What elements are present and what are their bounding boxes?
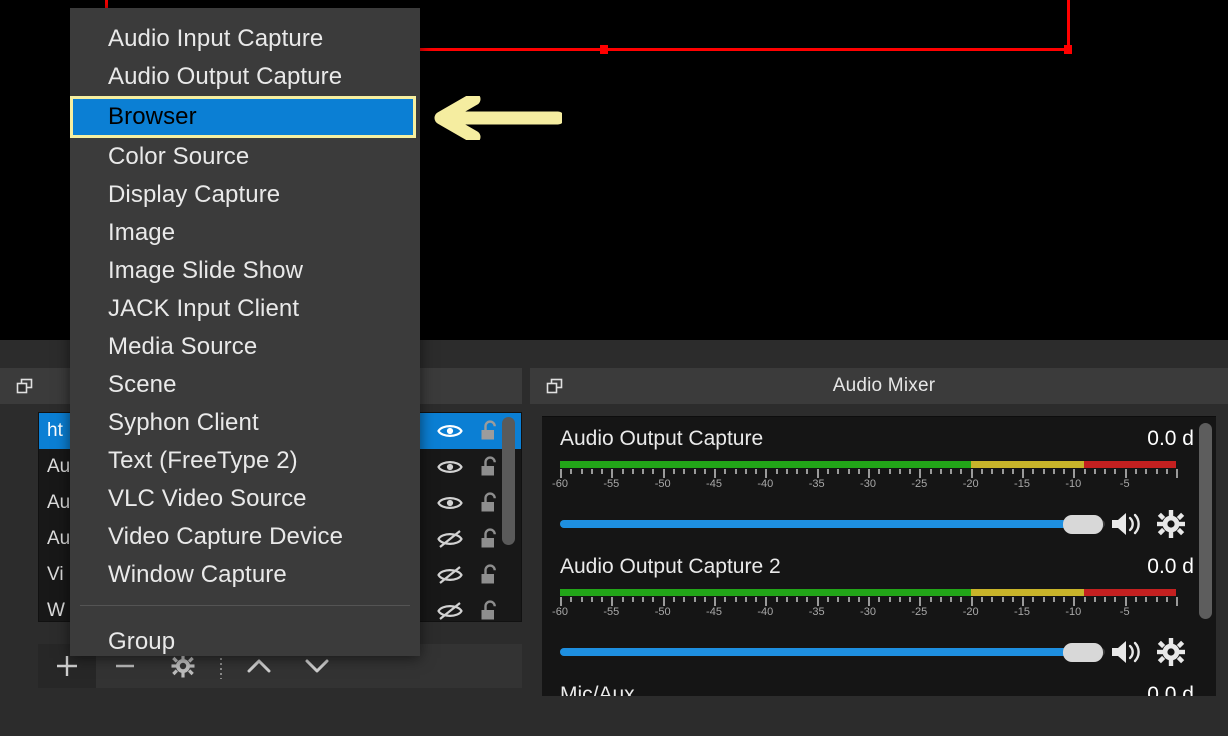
volume-slider-fill	[560, 520, 1083, 528]
audio-mixer-title: Audio Mixer	[568, 375, 1200, 397]
meter-tick-label: -55	[603, 606, 619, 618]
audio-mixer-panel: Audio Mixer Audio Output Capture 0.0 d -…	[530, 340, 1228, 696]
lock-open-icon[interactable]	[477, 526, 503, 552]
selection-outline-right	[1067, 0, 1070, 51]
meter-tick-label: -50	[655, 606, 671, 618]
meter-tick-label: -30	[860, 478, 876, 490]
menu-item-media-source[interactable]: Media Source	[70, 328, 420, 366]
meter-tick-label: -35	[809, 478, 825, 490]
meter-ticks	[560, 597, 1176, 606]
audio-mixer-popout-icon[interactable]	[540, 373, 568, 399]
eye-hidden-icon[interactable]	[437, 598, 463, 624]
menu-item-audio-input-capture[interactable]: Audio Input Capture	[70, 20, 420, 58]
lock-open-icon[interactable]	[477, 454, 503, 480]
pointer-arrow-icon	[426, 96, 562, 140]
meter-tick-label: -45	[706, 606, 722, 618]
audio-mixer-channel: Mic/Aux 0.0 d -60-55-50-45-40-35-30-25-2…	[542, 673, 1216, 696]
menu-divider	[80, 605, 410, 606]
channel-settings-gear-icon[interactable]	[1149, 509, 1193, 539]
meter-tick-label: -30	[860, 606, 876, 618]
eye-visible-icon[interactable]	[437, 490, 463, 516]
meter-scale-labels: -60-55-50-45-40-35-30-25-20-15-10-5	[560, 606, 1176, 621]
add-source-context-menu[interactable]: Audio Input CaptureAudio Output CaptureB…	[70, 8, 420, 656]
speaker-on-icon[interactable]	[1105, 509, 1149, 539]
lock-open-icon[interactable]	[477, 490, 503, 516]
volume-slider[interactable]	[560, 641, 1105, 663]
eye-hidden-icon[interactable]	[437, 562, 463, 588]
meter-tick-label: -60	[552, 478, 568, 490]
channel-name: Audio Output Capture	[560, 427, 1147, 451]
sources-scrollbar[interactable]	[502, 417, 515, 617]
menu-item-syphon-client[interactable]: Syphon Client	[70, 404, 420, 442]
meter-tick-label: -20	[963, 478, 979, 490]
selection-handle-top-middle[interactable]	[600, 45, 608, 54]
obs-window: ht Au Au Au Vi W	[0, 0, 1228, 736]
volume-slider-knob[interactable]	[1063, 515, 1103, 534]
menu-item-color-source[interactable]: Color Source	[70, 138, 420, 176]
volume-slider-fill	[560, 648, 1083, 656]
eye-hidden-icon[interactable]	[437, 526, 463, 552]
channel-name: Mic/Aux	[560, 683, 1147, 696]
meter-tick-label: -5	[1120, 606, 1130, 618]
lock-open-icon[interactable]	[477, 418, 503, 444]
audio-mixer-channels: Audio Output Capture 0.0 d -60-55-50-45-…	[542, 416, 1216, 696]
menu-item-audio-output-capture[interactable]: Audio Output Capture	[70, 58, 420, 96]
volume-meter	[560, 589, 1176, 596]
meter-tick-label: -10	[1065, 478, 1081, 490]
meter-tick-label: -60	[552, 606, 568, 618]
meter-ticks	[560, 469, 1176, 478]
meter-tick-label: -20	[963, 606, 979, 618]
volume-slider-knob[interactable]	[1063, 643, 1103, 662]
sources-scrollbar-thumb[interactable]	[502, 417, 515, 545]
meter-tick-label: -55	[603, 478, 619, 490]
channel-settings-gear-icon[interactable]	[1149, 637, 1193, 667]
menu-item-scene[interactable]: Scene	[70, 366, 420, 404]
meter-scale-labels: -60-55-50-45-40-35-30-25-20-15-10-5	[560, 478, 1176, 493]
menu-item-jack-input-client[interactable]: JACK Input Client	[70, 290, 420, 328]
selection-handle-top-right[interactable]	[1064, 45, 1072, 54]
selection-outline-top	[419, 48, 1070, 51]
sources-popout-icon[interactable]	[10, 373, 38, 399]
menu-item-video-capture-device[interactable]: Video Capture Device	[70, 518, 420, 556]
meter-tick-label: -15	[1014, 606, 1030, 618]
eye-visible-icon[interactable]	[437, 418, 463, 444]
meter-tick-label: -40	[757, 478, 773, 490]
meter-tick-label: -50	[655, 478, 671, 490]
meter-tick-label: -45	[706, 478, 722, 490]
menu-item-browser[interactable]: Browser	[70, 96, 416, 138]
menu-item-display-capture[interactable]: Display Capture	[70, 176, 420, 214]
menu-item-text-freetype-2[interactable]: Text (FreeType 2)	[70, 442, 420, 480]
meter-tick-label: -35	[809, 606, 825, 618]
audio-mixer-scrollbar-thumb[interactable]	[1199, 423, 1212, 619]
lock-open-icon[interactable]	[477, 562, 503, 588]
menu-item-group[interactable]: Group	[70, 623, 420, 661]
volume-slider[interactable]	[560, 513, 1105, 535]
meter-tick-label: -10	[1065, 606, 1081, 618]
menu-item-window-capture[interactable]: Window Capture	[70, 556, 420, 594]
meter-tick-label: -25	[911, 478, 927, 490]
audio-mixer-titlebar: Audio Mixer	[530, 368, 1228, 404]
audio-mixer-channel: Audio Output Capture 0.0 d -60-55-50-45-…	[542, 417, 1216, 545]
menu-item-image-slide-show[interactable]: Image Slide Show	[70, 252, 420, 290]
meter-tick-label: -25	[911, 606, 927, 618]
channel-name: Audio Output Capture 2	[560, 555, 1147, 579]
lock-open-icon[interactable]	[477, 598, 503, 624]
speaker-on-icon[interactable]	[1105, 637, 1149, 667]
meter-tick-label: -40	[757, 606, 773, 618]
meter-tick-label: -15	[1014, 478, 1030, 490]
menu-item-vlc-video-source[interactable]: VLC Video Source	[70, 480, 420, 518]
eye-visible-icon[interactable]	[437, 454, 463, 480]
meter-tick-label: -5	[1120, 478, 1130, 490]
audio-mixer-channel: Audio Output Capture 2 0.0 d -60-55-50-4…	[542, 545, 1216, 673]
audio-mixer-scrollbar[interactable]	[1199, 423, 1212, 689]
menu-item-image[interactable]: Image	[70, 214, 420, 252]
volume-meter	[560, 461, 1176, 468]
